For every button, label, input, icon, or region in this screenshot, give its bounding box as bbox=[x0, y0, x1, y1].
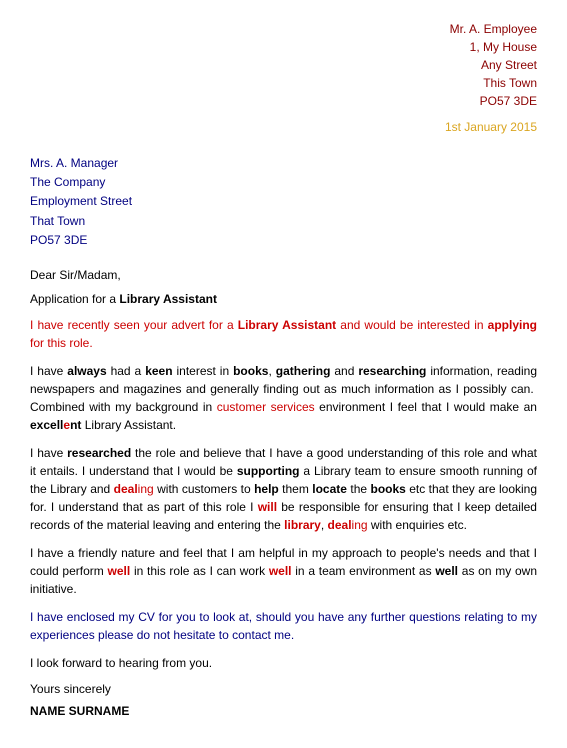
closing: Yours sincerely bbox=[30, 682, 537, 696]
subject-line: Application for a Library Assistant bbox=[30, 292, 537, 306]
recipient-street: Employment Street bbox=[30, 192, 537, 211]
sender-name: Mr. A. Employee bbox=[30, 20, 537, 38]
paragraph-1: I have recently seen your advert for a L… bbox=[30, 316, 537, 352]
letter-date: 1st January 2015 bbox=[30, 120, 537, 134]
sender-address2: Any Street bbox=[30, 56, 537, 74]
recipient-address: Mrs. A. Manager The Company Employment S… bbox=[30, 154, 537, 250]
subject-highlight: Library Assistant bbox=[119, 292, 217, 306]
paragraph-2: I have always had a keen interest in boo… bbox=[30, 362, 537, 434]
recipient-name: Mrs. A. Manager bbox=[30, 154, 537, 173]
recipient-town: That Town bbox=[30, 212, 537, 231]
sender-full-name: NAME SURNAME bbox=[30, 704, 537, 718]
sender-postcode: PO57 3DE bbox=[30, 92, 537, 110]
salutation: Dear Sir/Madam, bbox=[30, 268, 537, 282]
recipient-postcode: PO57 3DE bbox=[30, 231, 537, 250]
sender-address: Mr. A. Employee 1, My House Any Street T… bbox=[30, 20, 537, 110]
sender-address1: 1, My House bbox=[30, 38, 537, 56]
paragraph-4: I have a friendly nature and feel that I… bbox=[30, 544, 537, 598]
sender-address3: This Town bbox=[30, 74, 537, 92]
paragraph-3: I have researched the role and believe t… bbox=[30, 444, 537, 534]
paragraph-5: I have enclosed my CV for you to look at… bbox=[30, 608, 537, 644]
paragraph-6: I look forward to hearing from you. bbox=[30, 654, 537, 672]
recipient-company: The Company bbox=[30, 173, 537, 192]
